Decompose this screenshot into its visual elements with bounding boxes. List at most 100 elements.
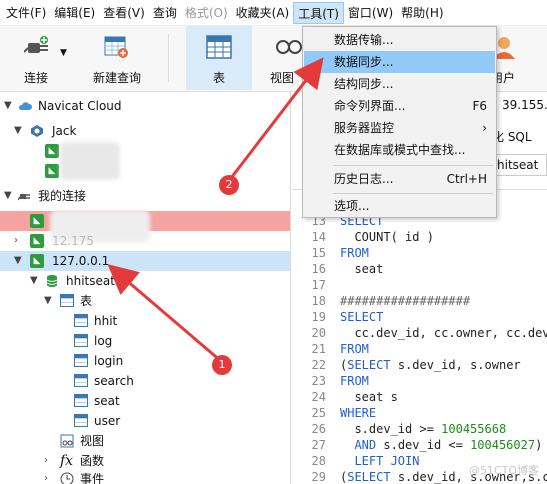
table-icon xyxy=(74,314,88,327)
tools-menu: 数据传输... 数据同步... 结构同步... 命令列界面... F6 服务器监… xyxy=(302,26,497,218)
menu-item-label: 数据传输... xyxy=(334,33,394,47)
tree-item-functions[interactable]: › fx 函数 xyxy=(0,451,290,471)
collapse-icon[interactable]: › xyxy=(44,469,54,484)
line-number: 19 xyxy=(311,310,326,324)
tree-label: 视图 xyxy=(80,434,105,448)
menu-item-label: 命令列界面... xyxy=(334,99,406,113)
tree-item-table-log[interactable]: log xyxy=(0,331,290,351)
code-line: FROM xyxy=(340,374,369,388)
code-line: LEFT JOIN xyxy=(354,454,420,468)
cloud-icon xyxy=(18,102,32,110)
menu-item-data-transfer[interactable]: 数据传输... xyxy=(304,29,495,51)
menu-favorites[interactable]: 收藏夹(A) xyxy=(232,2,294,24)
tree-label: 事件 xyxy=(80,472,105,484)
code-line: ################## xyxy=(340,294,471,308)
line-number: 25 xyxy=(311,406,326,420)
connect-dropdown-icon[interactable]: ▼ xyxy=(60,48,67,58)
collapse-icon[interactable]: › xyxy=(14,231,24,251)
tree-item-views[interactable]: 视图 xyxy=(0,431,290,451)
menu-window[interactable]: 窗口(W) xyxy=(344,2,397,24)
menu-item-label: 数据同步... xyxy=(334,55,394,69)
annotation-badge-2: 2 xyxy=(219,175,239,195)
connect-button[interactable]: ▼ 连接 xyxy=(6,26,72,90)
expand-icon[interactable]: ▼ xyxy=(14,251,24,271)
tree-item-table-hhit[interactable]: hhit xyxy=(0,311,290,331)
line-number: 26 xyxy=(311,422,326,436)
menu-edit[interactable]: 编辑(E) xyxy=(50,2,99,24)
tree-item-partial-connection[interactable]: › ◣ 12.175 xyxy=(0,231,290,251)
line-number: 17 xyxy=(311,278,326,292)
clock-icon xyxy=(60,472,74,484)
menu-item-label: 服务器监控 xyxy=(334,121,395,135)
line-number: 14 xyxy=(311,230,326,244)
collapse-icon[interactable]: › xyxy=(44,451,54,471)
connection-icon: ◣ xyxy=(30,254,44,268)
menu-query[interactable]: 查询 xyxy=(149,2,181,24)
tree-item-jack[interactable]: ▼ Jack xyxy=(0,121,290,141)
expand-icon[interactable]: ▼ xyxy=(14,121,24,141)
line-number: 27 xyxy=(311,438,326,452)
tree-item-table-login[interactable]: login xyxy=(0,351,290,371)
shortcut-label: Ctrl+H xyxy=(446,172,487,186)
beautify-sql-button[interactable]: 化 SQL xyxy=(492,128,532,145)
connection-icon: ◣ xyxy=(45,144,59,158)
new-query-button[interactable]: 新建查询 xyxy=(86,26,148,90)
tree-label: Jack xyxy=(52,124,77,138)
view-button[interactable]: 视图 xyxy=(262,26,302,90)
tree-item-table-user[interactable]: user xyxy=(0,411,290,431)
shortcut-label: F6 xyxy=(472,99,487,113)
tree-item-events[interactable]: › 事件 xyxy=(0,469,290,484)
submenu-arrow-icon: › xyxy=(482,121,487,135)
table-icon xyxy=(74,414,88,427)
menu-format[interactable]: 格式(O) xyxy=(181,2,232,24)
code-line: s.dev_id >= 100455668 xyxy=(340,422,507,436)
tree-item-cloud-conn-1[interactable]: ◣ xyxy=(0,141,290,161)
tree-item-navicat-cloud[interactable]: ▼ Navicat Cloud xyxy=(0,96,290,116)
menu-tools[interactable]: 工具(T) xyxy=(293,1,344,24)
menu-item-options[interactable]: 选项... xyxy=(304,195,495,217)
menu-item-structure-sync[interactable]: 结构同步... xyxy=(304,73,495,95)
tree-label: search xyxy=(94,374,134,388)
line-number: 24 xyxy=(311,390,326,404)
tree-item-database[interactable]: ▼ hhitseat xyxy=(0,271,290,291)
menu-file[interactable]: 文件(F) xyxy=(2,2,50,24)
table-label: 表 xyxy=(212,71,225,85)
connection-icon: ◣ xyxy=(30,214,44,228)
expand-icon[interactable]: ▼ xyxy=(4,96,14,116)
tree-item-tables-group[interactable]: ▼ 表 xyxy=(0,291,290,311)
plug-icon xyxy=(18,194,30,201)
code-line: FROM xyxy=(340,246,369,260)
new-query-label: 新建查询 xyxy=(92,71,141,85)
view-icon xyxy=(276,40,302,54)
tree-item-my-connections[interactable]: ▼ 我的连接 xyxy=(0,186,290,206)
db-selector[interactable]: hitseat xyxy=(492,154,547,176)
tree-item-table-search[interactable]: search xyxy=(0,371,290,391)
toolbar-divider xyxy=(168,34,169,82)
tree-label: hhitseat xyxy=(66,274,115,288)
menu-item-label: 在数据库或模式中查找... xyxy=(334,143,466,157)
table-icon xyxy=(74,394,88,407)
expand-icon[interactable]: ▼ xyxy=(44,291,54,311)
tree-item-table-seat[interactable]: seat xyxy=(0,391,290,411)
menu-item-console[interactable]: 命令列界面... F6 xyxy=(304,95,495,117)
view-label: 视图 xyxy=(269,71,294,85)
menu-separator xyxy=(333,165,493,166)
menu-item-history-log[interactable]: 历史日志... Ctrl+H xyxy=(304,168,495,190)
expand-icon[interactable]: ▼ xyxy=(4,186,14,206)
menu-bar: 文件(F) 编辑(E) 查看(V) 查询 格式(O) 收藏夹(A) 工具(T) … xyxy=(0,0,547,26)
table-button[interactable]: 表 xyxy=(186,26,252,90)
code-line: FROM xyxy=(340,342,369,356)
menu-separator xyxy=(333,193,493,194)
menu-item-label: 结构同步... xyxy=(334,77,394,91)
new-query-icon xyxy=(104,36,128,58)
database-icon xyxy=(46,275,58,287)
expand-icon[interactable]: ▼ xyxy=(30,271,40,291)
menu-item-find-in-db[interactable]: 在数据库或模式中查找... xyxy=(304,139,495,161)
menu-item-data-sync[interactable]: 数据同步... xyxy=(304,51,495,73)
menu-view[interactable]: 查看(V) xyxy=(99,2,149,24)
menu-item-server-monitor[interactable]: 服务器监控 › xyxy=(304,117,495,139)
line-number: 15 xyxy=(311,246,326,260)
menu-help[interactable]: 帮助(H) xyxy=(397,2,447,24)
tree-item-local-connection[interactable]: ▼ ◣ 127.0.0.1 xyxy=(0,251,290,271)
tree-item-cloud-conn-2[interactable]: ◣ xyxy=(0,161,290,181)
